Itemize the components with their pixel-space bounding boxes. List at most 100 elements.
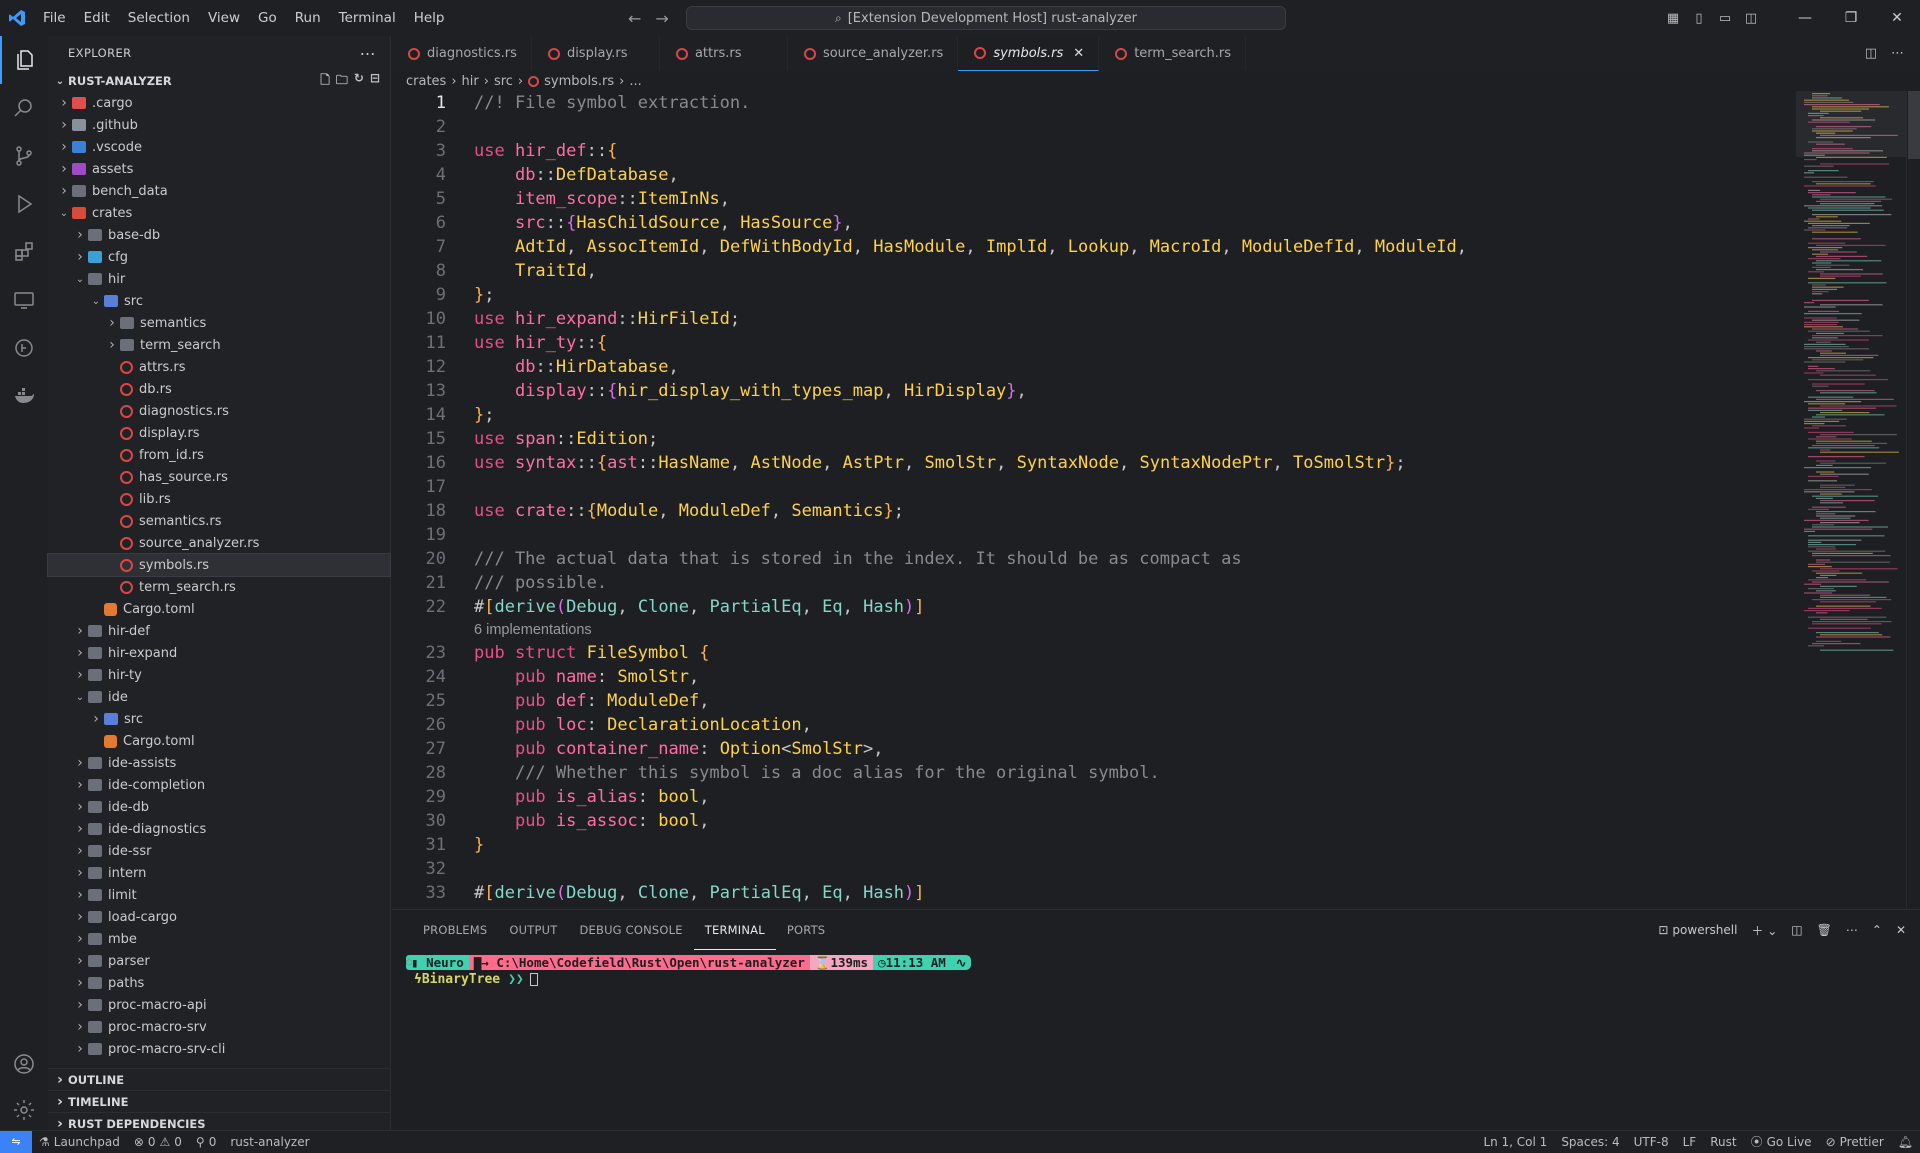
- accounts-icon[interactable]: [0, 1040, 48, 1088]
- back-arrow-icon[interactable]: ←: [628, 9, 641, 28]
- tree-item[interactable]: › ide-diagnostics: [48, 818, 390, 840]
- tree-item[interactable]: › ide-assists: [48, 752, 390, 774]
- tree-item[interactable]: › proc-macro-srv-cli: [48, 1038, 390, 1060]
- terminal-shell-label[interactable]: powershell: [1672, 923, 1737, 937]
- refresh-icon[interactable]: ↻: [354, 71, 364, 92]
- docker-icon[interactable]: [0, 372, 48, 420]
- breadcrumb-item[interactable]: ...: [629, 74, 641, 89]
- breadcrumb-item[interactable]: symbols.rs: [544, 74, 614, 89]
- git-graph-icon[interactable]: [0, 324, 48, 372]
- tree-item[interactable]: › limit: [48, 884, 390, 906]
- tab-diagnostics-rs[interactable]: diagnostics.rs: [392, 36, 532, 71]
- tree-item[interactable]: ⌄ src: [48, 290, 390, 312]
- panel-more-icon[interactable]: ⋯: [1846, 923, 1858, 937]
- breadcrumb-item[interactable]: crates: [406, 74, 446, 89]
- menu-help[interactable]: Help: [405, 0, 454, 36]
- code-lens-implementations[interactable]: 6 implementations: [392, 619, 1796, 641]
- kill-terminal-icon[interactable]: 🗑: [1817, 923, 1832, 937]
- remote-indicator-icon[interactable]: ⇋: [0, 1130, 32, 1153]
- tree-item[interactable]: › ide-ssr: [48, 840, 390, 862]
- panel-tab-problems[interactable]: PROBLEMS: [412, 910, 498, 950]
- tree-item[interactable]: › assets: [48, 158, 390, 180]
- code-editor[interactable]: 1//! File symbol extraction. 2 3 use hir_de…: [392, 91, 1796, 909]
- tree-item[interactable]: source_analyzer.rs: [48, 532, 390, 554]
- tab-term_search-rs[interactable]: term_search.rs: [1099, 36, 1247, 71]
- maximize-panel-icon[interactable]: ⌃: [1872, 923, 1882, 937]
- panel-tab-debug-console[interactable]: DEBUG CONSOLE: [568, 910, 693, 950]
- tree-item[interactable]: db.rs: [48, 378, 390, 400]
- tree-item[interactable]: › parser: [48, 950, 390, 972]
- remote-explorer-icon[interactable]: [0, 276, 48, 324]
- close-tab-icon[interactable]: ✕: [1073, 46, 1084, 61]
- split-editor-icon[interactable]: ◫: [1865, 46, 1877, 61]
- scrollbar-thumb[interactable]: [1908, 91, 1920, 159]
- forward-arrow-icon[interactable]: →: [655, 9, 668, 28]
- search-view-icon[interactable]: [0, 84, 48, 132]
- close-window-icon[interactable]: ✕: [1874, 0, 1920, 36]
- new-folder-icon[interactable]: 🗀: [336, 71, 348, 92]
- split-terminal-icon[interactable]: ◫: [1791, 923, 1802, 937]
- toggle-primary-sidebar-icon[interactable]: ▯: [1686, 0, 1712, 36]
- rust-analyzer-status[interactable]: rust-analyzer: [223, 1135, 316, 1149]
- minimize-icon[interactable]: —: [1782, 0, 1828, 36]
- tree-item[interactable]: › paths: [48, 972, 390, 994]
- toggle-panel-icon[interactable]: ▭: [1712, 0, 1738, 36]
- toggle-secondary-sidebar-icon[interactable]: ◫: [1738, 0, 1764, 36]
- indentation-status[interactable]: Spaces: 4: [1554, 1133, 1626, 1150]
- menu-terminal[interactable]: Terminal: [330, 0, 405, 36]
- tree-item[interactable]: › ide-completion: [48, 774, 390, 796]
- editor-more-icon[interactable]: ⋯: [1891, 46, 1904, 61]
- tree-item[interactable]: › hir-def: [48, 620, 390, 642]
- ports-status[interactable]: ⚲ 0: [189, 1135, 223, 1149]
- breadcrumb-item[interactable]: hir: [462, 74, 479, 89]
- workspace-section-header[interactable]: ⌄ RUST-ANALYZER 🗋 🗀 ↻ ⊟: [48, 70, 390, 92]
- sidebar-section-outline[interactable]: › OUTLINE: [48, 1068, 391, 1090]
- menu-file[interactable]: File: [34, 0, 75, 36]
- tree-item[interactable]: has_source.rs: [48, 466, 390, 488]
- tab-attrs-rs[interactable]: attrs.rs: [660, 36, 788, 71]
- tree-item[interactable]: › mbe: [48, 928, 390, 950]
- tree-item[interactable]: symbols.rs: [47, 553, 391, 577]
- tab-display-rs[interactable]: display.rs: [532, 36, 660, 71]
- tree-item[interactable]: › .github: [48, 114, 390, 136]
- tree-item[interactable]: › proc-macro-api: [48, 994, 390, 1016]
- menu-view[interactable]: View: [199, 0, 249, 36]
- launchpad-status[interactable]: ⚗ Launchpad: [32, 1135, 127, 1149]
- tree-item[interactable]: › base-db: [48, 224, 390, 246]
- tree-item[interactable]: › hir-expand: [48, 642, 390, 664]
- tree-item[interactable]: display.rs: [48, 422, 390, 444]
- run-debug-icon[interactable]: [0, 180, 48, 228]
- tree-item[interactable]: lib.rs: [48, 488, 390, 510]
- new-file-icon[interactable]: 🗋: [320, 71, 330, 92]
- source-control-icon[interactable]: [0, 132, 48, 180]
- tree-item[interactable]: › intern: [48, 862, 390, 884]
- minimap-viewport[interactable]: [1796, 91, 1906, 157]
- eol-status[interactable]: LF: [1676, 1133, 1704, 1150]
- problems-status[interactable]: ⊗ 0 ⚠ 0: [127, 1135, 189, 1149]
- menu-edit[interactable]: Edit: [75, 0, 119, 36]
- tree-item[interactable]: Cargo.toml: [48, 598, 390, 620]
- panel-tab-terminal[interactable]: TERMINAL: [694, 910, 776, 950]
- close-panel-icon[interactable]: ✕: [1896, 923, 1906, 937]
- menu-run[interactable]: Run: [286, 0, 330, 36]
- minimap[interactable]: [1796, 91, 1906, 909]
- cursor-position[interactable]: Ln 1, Col 1: [1476, 1133, 1554, 1150]
- menu-selection[interactable]: Selection: [119, 0, 199, 36]
- tab-source_analyzer-rs[interactable]: source_analyzer.rs: [788, 36, 959, 71]
- tree-item[interactable]: › term_search: [48, 334, 390, 356]
- tree-item[interactable]: › .cargo: [48, 92, 390, 114]
- extensions-icon[interactable]: [0, 228, 48, 276]
- terminal[interactable]: ○ ▮ Neuro ▇→ C:\Home\Codefield\Rust\Open…: [392, 954, 1920, 1134]
- tree-item[interactable]: › hir-ty: [48, 664, 390, 686]
- tree-item[interactable]: term_search.rs: [48, 576, 390, 598]
- breadcrumb-item[interactable]: src: [494, 74, 513, 89]
- language-mode[interactable]: Rust: [1703, 1133, 1743, 1150]
- menu-go[interactable]: Go: [249, 0, 286, 36]
- panel-tab-ports[interactable]: PORTS: [776, 910, 836, 950]
- tree-item[interactable]: › ide-db: [48, 796, 390, 818]
- tree-item[interactable]: › proc-macro-srv: [48, 1016, 390, 1038]
- command-center[interactable]: ⌕ [Extension Development Host] rust-anal…: [686, 6, 1286, 30]
- tree-item[interactable]: ⌄ hir: [48, 268, 390, 290]
- tab-symbols-rs[interactable]: symbols.rs ✕: [958, 36, 1100, 71]
- tree-item[interactable]: › load-cargo: [48, 906, 390, 928]
